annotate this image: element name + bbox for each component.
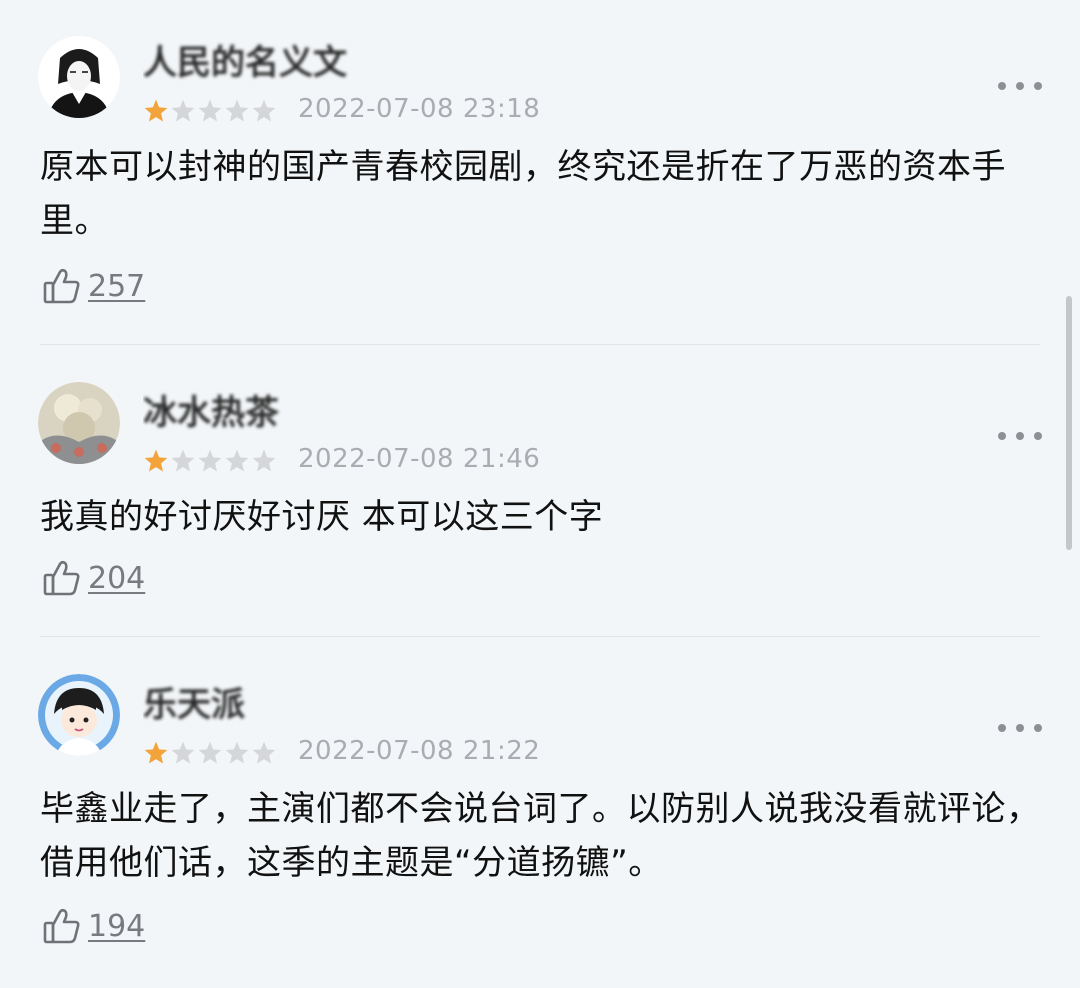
timestamp: 2022-07-08 21:46 (298, 444, 541, 474)
review-content: 毕鑫业走了，主演们都不会说台词了。以防别人说我没看就评论，借用他们话，这季的主题… (40, 789, 1041, 883)
like-button[interactable]: 257 (42, 266, 145, 306)
star-rating (143, 448, 277, 474)
star-rating (143, 98, 277, 124)
more-button[interactable] (998, 426, 1042, 446)
review-item: 冰水热茶 2022-07-08 21:46 我真的好讨厌好讨厌 本可以这三个字 … (0, 382, 1080, 636)
username-text: 冰水热茶 (143, 393, 280, 433)
like-count: 257 (88, 268, 146, 304)
divider (40, 344, 1040, 345)
avatar[interactable] (38, 382, 120, 464)
star-empty-icon (171, 99, 195, 122)
username[interactable]: 乐天派 (143, 682, 383, 726)
star-empty-icon (198, 99, 222, 122)
like-count: 194 (88, 908, 146, 944)
star-filled-icon (144, 449, 168, 472)
star-empty-icon (252, 741, 276, 764)
more-button[interactable] (998, 76, 1042, 96)
avatar[interactable] (38, 674, 120, 756)
star-empty-icon (171, 449, 195, 472)
review-content: 原本可以封神的国产青春校园剧，终究还是折在了万恶的资本手里。 (40, 147, 1006, 241)
star-filled-icon (144, 741, 168, 764)
username[interactable]: 冰水热茶 (143, 390, 383, 434)
username-text: 乐天派 (143, 685, 245, 725)
star-rating (143, 740, 277, 766)
avatar[interactable] (38, 36, 120, 118)
star-empty-icon (225, 741, 249, 764)
thumbs-up-icon (43, 268, 80, 304)
timestamp: 2022-07-08 21:22 (298, 736, 541, 766)
star-filled-icon (144, 99, 168, 122)
like-button[interactable]: 204 (42, 558, 145, 598)
star-empty-icon (252, 99, 276, 122)
thumbs-up-icon (43, 560, 80, 596)
review-content: 我真的好讨厌好讨厌 本可以这三个字 (40, 497, 604, 537)
review-item: 人民的名义文 2022-07-08 23:18 原本可以封神的国产青春校园剧，终… (0, 36, 1080, 344)
like-button[interactable]: 194 (42, 906, 145, 946)
more-button[interactable] (998, 718, 1042, 738)
like-count: 204 (88, 560, 146, 596)
username[interactable]: 人民的名义文 (143, 40, 383, 84)
timestamp: 2022-07-08 23:18 (298, 94, 541, 124)
star-empty-icon (171, 741, 195, 764)
star-empty-icon (252, 449, 276, 472)
star-empty-icon (225, 99, 249, 122)
star-empty-icon (198, 741, 222, 764)
star-empty-icon (198, 449, 222, 472)
divider (40, 636, 1040, 637)
review-item: 乐天派 2022-07-08 21:22 毕鑫业走了，主演们都不会说台词了。以防… (0, 674, 1080, 988)
thumbs-up-icon (43, 908, 80, 944)
star-empty-icon (225, 449, 249, 472)
username-text: 人民的名义文 (143, 43, 347, 83)
scrollbar[interactable] (1066, 296, 1072, 550)
